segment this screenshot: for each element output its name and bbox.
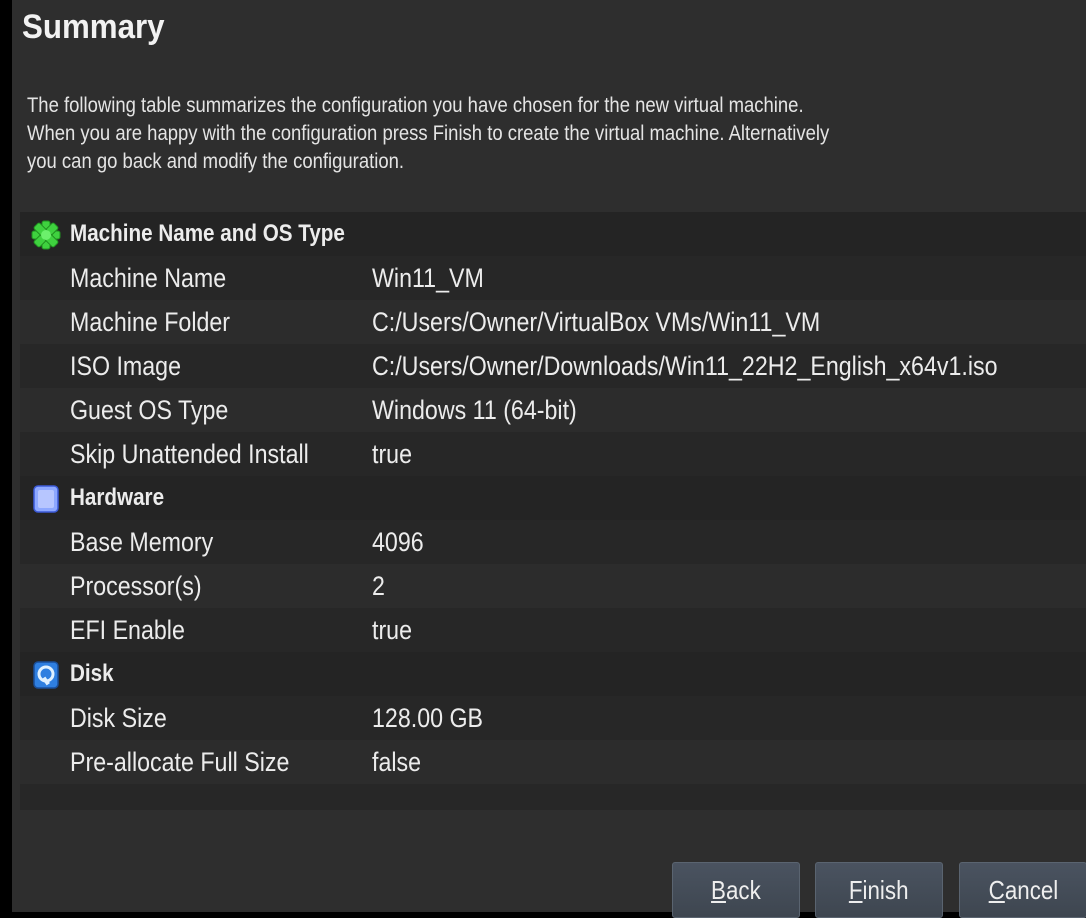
section-title: Disk bbox=[70, 660, 114, 687]
section-title: Hardware bbox=[70, 484, 165, 511]
summary-table[interactable]: Machine Name and OS Type Machine Name Wi… bbox=[20, 212, 1086, 810]
row-value: 128.00 GB bbox=[372, 702, 484, 733]
row-key: Processor(s) bbox=[70, 570, 202, 601]
description-line: When you are happy with the configuratio… bbox=[27, 122, 830, 145]
table-row[interactable]: Pre-allocate Full Size false bbox=[20, 740, 1086, 784]
row-key: Disk Size bbox=[70, 702, 167, 733]
table-row[interactable]: ISO Image C:/Users/Owner/Downloads/Win11… bbox=[20, 344, 1086, 388]
cancel-label-rest: ancel bbox=[1004, 875, 1058, 905]
row-value: C:/Users/Owner/VirtualBox VMs/Win11_VM bbox=[372, 306, 821, 337]
description-line: The following table summarizes the confi… bbox=[27, 94, 804, 117]
summary-description: The following table summarizes the confi… bbox=[27, 92, 916, 176]
dialog-button-bar: Back Finish Cancel bbox=[12, 862, 1086, 918]
back-button-label: Back bbox=[711, 875, 761, 906]
row-key: ISO Image bbox=[70, 350, 181, 381]
table-row[interactable]: Processor(s) 2 bbox=[20, 564, 1086, 608]
section-title: Machine Name and OS Type bbox=[70, 220, 345, 247]
cancel-button[interactable]: Cancel bbox=[959, 862, 1086, 918]
row-key: Guest OS Type bbox=[70, 394, 229, 425]
table-row[interactable]: EFI Enable true bbox=[20, 608, 1086, 652]
finish-button-label: Finish bbox=[849, 875, 909, 906]
hardware-chip-icon bbox=[33, 485, 59, 513]
row-key: Pre-allocate Full Size bbox=[70, 746, 290, 777]
finish-button[interactable]: Finish bbox=[815, 862, 943, 918]
row-value: 2 bbox=[372, 570, 385, 601]
row-value: Win11_VM bbox=[372, 262, 484, 293]
table-row[interactable]: Disk Size 128.00 GB bbox=[20, 696, 1086, 740]
section-header-machine[interactable]: Machine Name and OS Type bbox=[20, 212, 1086, 256]
table-row[interactable]: Guest OS Type Windows 11 (64-bit) bbox=[20, 388, 1086, 432]
disk-icon bbox=[33, 661, 59, 689]
back-label-rest: ack bbox=[726, 875, 761, 905]
page-title: Summary bbox=[22, 8, 165, 46]
cancel-mnemonic: C bbox=[988, 875, 1005, 905]
back-button[interactable]: Back bbox=[672, 862, 800, 918]
back-mnemonic: B bbox=[711, 875, 727, 905]
row-value: 4096 bbox=[372, 526, 424, 557]
finish-mnemonic: F bbox=[849, 875, 863, 905]
machine-name-os-type-icon bbox=[31, 220, 61, 250]
row-value: Windows 11 (64-bit) bbox=[372, 394, 577, 425]
row-value: true bbox=[372, 614, 413, 645]
row-value: true bbox=[372, 438, 413, 469]
description-line: you can go back and modify the configura… bbox=[27, 150, 405, 173]
row-key: EFI Enable bbox=[70, 614, 185, 645]
row-key: Base Memory bbox=[70, 526, 214, 557]
table-row[interactable]: Machine Name Win11_VM bbox=[20, 256, 1086, 300]
section-header-disk[interactable]: Disk bbox=[20, 652, 1086, 696]
row-key: Skip Unattended Install bbox=[70, 438, 309, 469]
finish-label-rest: inish bbox=[862, 875, 909, 905]
row-key: Machine Folder bbox=[70, 306, 231, 337]
row-value: C:/Users/Owner/Downloads/Win11_22H2_Engl… bbox=[372, 350, 998, 381]
cancel-button-label: Cancel bbox=[988, 875, 1058, 906]
table-row[interactable]: Skip Unattended Install true bbox=[20, 432, 1086, 476]
table-row[interactable]: Base Memory 4096 bbox=[20, 520, 1086, 564]
row-value: false bbox=[372, 746, 422, 777]
summary-dialog: Summary The following table summarizes t… bbox=[12, 0, 1086, 918]
section-header-hardware[interactable]: Hardware bbox=[20, 476, 1086, 520]
row-key: Machine Name bbox=[70, 262, 227, 293]
table-row[interactable]: Machine Folder C:/Users/Owner/VirtualBox… bbox=[20, 300, 1086, 344]
